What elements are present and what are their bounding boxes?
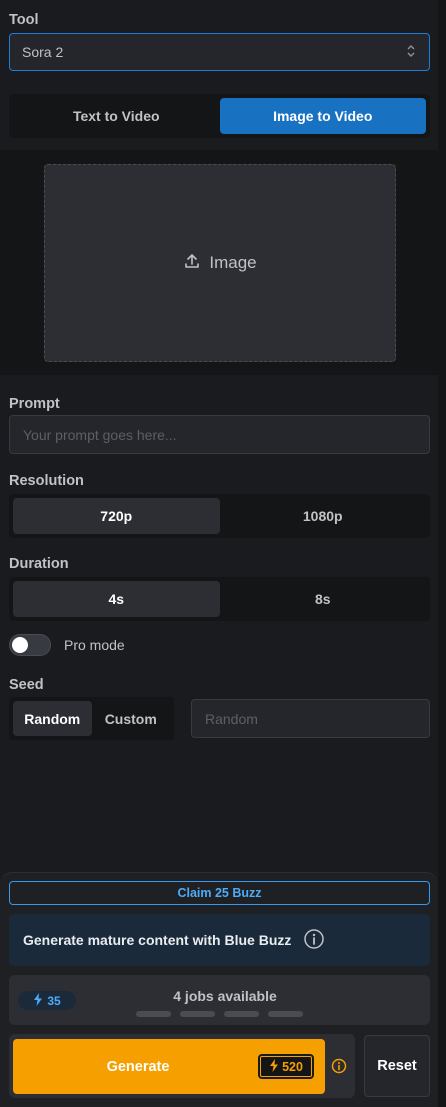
chevron-up-down-icon xyxy=(405,44,417,61)
image-upload-label: Image xyxy=(209,253,257,272)
resolution-option-720p[interactable]: 720p xyxy=(13,498,220,534)
seed-option-custom[interactable]: Custom xyxy=(92,701,171,736)
duration-option-4s[interactable]: 4s xyxy=(13,581,220,617)
job-slot-indicator xyxy=(224,1011,259,1017)
job-slot-indicator xyxy=(136,1011,171,1017)
pro-mode-label: Pro mode xyxy=(64,637,125,653)
seed-option-random[interactable]: Random xyxy=(13,701,92,736)
lightning-icon xyxy=(269,1058,279,1075)
duration-label: Duration xyxy=(9,556,69,572)
mode-tabs: Text to Video Image to Video xyxy=(9,94,430,138)
generate-button-label: Generate xyxy=(106,1058,170,1075)
claim-buzz-button[interactable]: Claim 25 Buzz xyxy=(9,881,430,905)
tool-select-value: Sora 2 xyxy=(22,44,64,60)
mature-content-banner[interactable]: Generate mature content with Blue Buzz xyxy=(9,914,430,966)
pro-mode-toggle[interactable] xyxy=(9,634,51,656)
buzz-balance-badge: 35 xyxy=(18,991,76,1010)
info-icon[interactable] xyxy=(303,928,325,953)
prompt-placeholder: Your prompt goes here... xyxy=(23,426,177,443)
duration-selector: 4s 8s xyxy=(9,577,430,621)
job-slot-indicator xyxy=(268,1011,303,1017)
image-dropzone[interactable]: Image xyxy=(44,164,396,362)
seed-input[interactable]: Random xyxy=(191,699,430,738)
lightning-icon xyxy=(33,992,43,1009)
job-slot-indicator xyxy=(180,1011,215,1017)
tool-select[interactable]: Sora 2 xyxy=(9,33,430,71)
seed-label: Seed xyxy=(9,677,44,693)
buzz-balance-value: 35 xyxy=(47,993,61,1008)
generate-cost-badge: 520 xyxy=(258,1054,314,1079)
generate-cost-value: 520 xyxy=(282,1059,303,1074)
seed-placeholder: Random xyxy=(205,710,258,727)
resolution-selector: 720p 1080p xyxy=(9,494,430,538)
tab-text-to-video[interactable]: Text to Video xyxy=(13,98,220,134)
resolution-label: Resolution xyxy=(9,473,84,489)
jobs-available-text: 4 jobs available xyxy=(173,988,277,1004)
toggle-knob xyxy=(12,637,28,653)
upload-icon xyxy=(183,252,201,275)
prompt-label: Prompt xyxy=(9,396,60,412)
prompt-input[interactable]: Your prompt goes here... xyxy=(9,415,430,454)
resolution-option-1080p[interactable]: 1080p xyxy=(220,498,427,534)
scrollbar[interactable] xyxy=(438,0,446,1107)
seed-mode-selector: Random Custom xyxy=(9,697,174,740)
generate-info-icon[interactable] xyxy=(331,1058,347,1079)
duration-option-8s[interactable]: 8s xyxy=(220,581,427,617)
mature-banner-text: Generate mature content with Blue Buzz xyxy=(23,932,292,948)
tab-image-to-video[interactable]: Image to Video xyxy=(219,98,426,134)
reset-button[interactable]: Reset xyxy=(364,1035,430,1097)
tool-label: Tool xyxy=(9,12,39,28)
